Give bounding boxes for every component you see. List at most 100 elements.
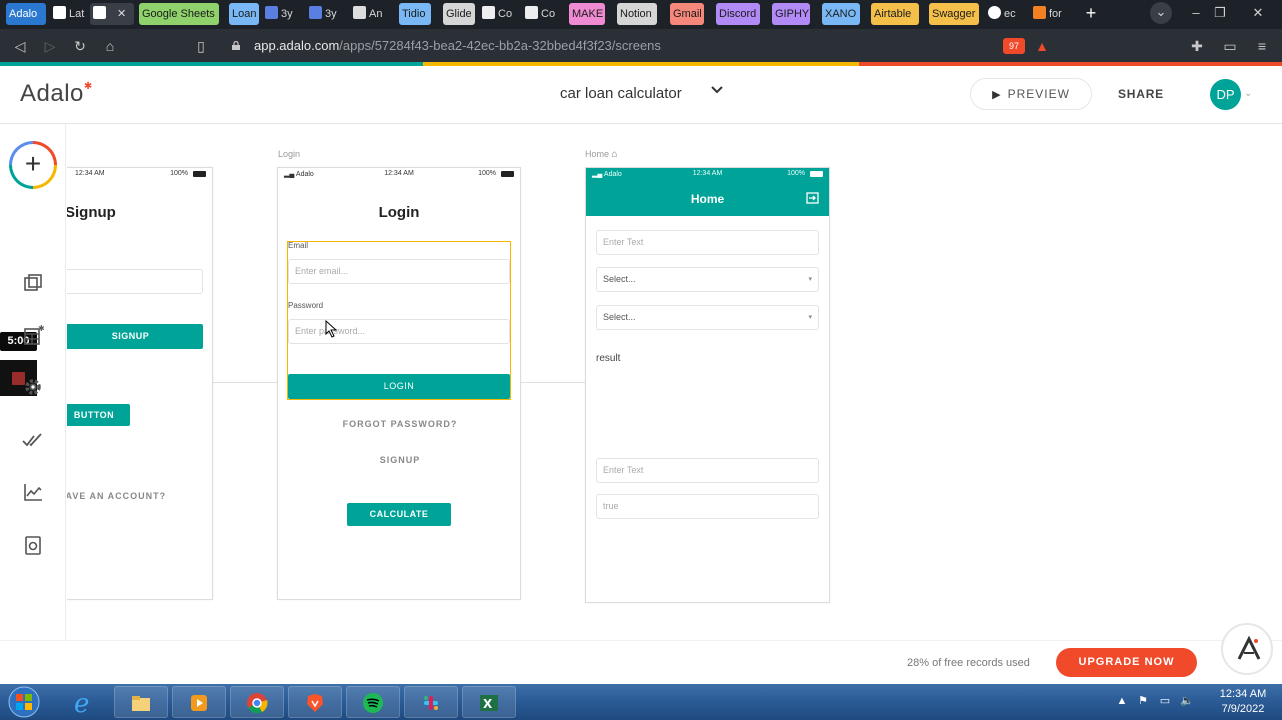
upgrade-now-button[interactable]: UPGRADE NOW	[1056, 648, 1197, 677]
extensions-icon[interactable]: ✚	[1187, 36, 1207, 56]
browser-tab-co-1[interactable]: Co	[479, 3, 517, 25]
clock-date: 7/9/2022	[1221, 703, 1265, 715]
browser-tab-discord[interactable]: Discord	[716, 3, 760, 25]
reload-icon[interactable]: ↻	[70, 36, 90, 56]
screen-home[interactable]: ▂▄ Adalo 12:34 AM 100% Home Enter Text S…	[585, 167, 830, 603]
minimize-window-icon[interactable]: –	[1186, 3, 1206, 23]
browser-tab-google-sheets[interactable]: Google Sheets	[139, 3, 219, 25]
password-field[interactable]: Enter password...	[288, 319, 510, 344]
taskbar-brave[interactable]	[288, 686, 342, 718]
tray-volume-icon[interactable]: 🔈	[1180, 694, 1194, 708]
tab-label: Gmail	[673, 8, 702, 20]
publish-checks-icon[interactable]	[22, 429, 44, 451]
taskbar-media-player[interactable]	[172, 686, 226, 718]
app-canvas[interactable]: 12:34 AM 100% Signup SIGNUP BUTTON HAVE …	[67, 124, 1282, 640]
browser-tab-loan[interactable]: Loan	[229, 3, 259, 25]
text-input-3[interactable]: true	[596, 494, 819, 519]
browser-tab-co-2[interactable]: Co	[522, 3, 560, 25]
url-field[interactable]: app.adalo.com/apps/57284f43-bea2-42ec-bb…	[254, 37, 661, 55]
new-tab-button[interactable]: +	[1081, 3, 1101, 23]
browser-tab-3y-2[interactable]: 3y	[306, 3, 346, 25]
browser-tab-tidio[interactable]: Tidio	[399, 3, 431, 25]
select-dropdown-1[interactable]: Select... ▾	[596, 267, 819, 292]
project-dropdown-chevron-icon[interactable]	[711, 84, 723, 98]
add-component-button[interactable]: +	[9, 141, 57, 189]
screen-signup[interactable]: 12:34 AM 100% Signup SIGNUP BUTTON HAVE …	[67, 167, 213, 600]
select-dropdown-2[interactable]: Select... ▾	[596, 305, 819, 330]
screen-login[interactable]: ▂▄ Adalo 12:34 AM 100% Login Email Enter…	[277, 167, 521, 600]
tray-flag-icon[interactable]: ⚑	[1136, 694, 1150, 708]
settings-gear-icon[interactable]	[22, 376, 44, 398]
browser-tab-3y-1[interactable]: 3y	[262, 3, 302, 25]
signup-link[interactable]: SIGNUP	[278, 455, 520, 465]
logout-icon[interactable]	[806, 192, 819, 204]
brave-shield-icon[interactable]: 97	[1003, 38, 1025, 54]
text-input-1[interactable]: Enter Text	[596, 230, 819, 255]
signup-text-input[interactable]	[67, 269, 203, 294]
signup-button[interactable]: SIGNUP	[67, 324, 203, 349]
share-button[interactable]: SHARE	[1116, 78, 1166, 110]
browser-tab-gmail[interactable]: Gmail	[670, 3, 704, 25]
wallet-icon[interactable]: ▭	[1220, 36, 1240, 56]
internet-explorer-icon[interactable]: e	[66, 686, 102, 719]
have-account-link[interactable]: HAVE AN ACCOUNT?	[67, 491, 198, 501]
browser-tab-glide[interactable]: Glide	[443, 3, 475, 25]
home-icon[interactable]: ⌂	[100, 36, 120, 56]
browser-tab-xano[interactable]: XANO	[822, 3, 860, 25]
generic-button[interactable]: BUTTON	[67, 404, 130, 426]
browser-tab-lat[interactable]: Lat	[50, 3, 86, 25]
google-favicon-icon	[988, 6, 1001, 19]
browser-tab-make[interactable]: MAKE	[569, 3, 605, 25]
browser-tab-adalo[interactable]: Adalo	[6, 3, 46, 25]
analytics-icon[interactable]	[22, 481, 44, 503]
url-path: /apps/57284f43-bea2-42ec-bb2a-32bbed4f3f…	[339, 38, 661, 53]
browser-tab-an[interactable]: An	[350, 3, 392, 25]
tray-show-hidden-icon[interactable]: ▲	[1115, 694, 1129, 708]
app-settings-icon[interactable]	[22, 534, 44, 556]
browser-tab-airtable[interactable]: Airtable	[871, 3, 919, 25]
browser-tab-notion[interactable]: Notion	[617, 3, 657, 25]
help-badge-button[interactable]	[1221, 623, 1273, 675]
login-button[interactable]: LOGIN	[288, 374, 510, 399]
browser-tab-swagger[interactable]: Swagger	[929, 3, 979, 25]
database-icon[interactable]: ✱	[22, 324, 44, 346]
avatar[interactable]: DP	[1210, 79, 1241, 110]
brave-icon	[307, 694, 323, 712]
taskbar-chrome[interactable]	[230, 686, 284, 718]
screens-icon[interactable]	[22, 272, 44, 294]
taskbar-slack[interactable]	[404, 686, 458, 718]
forward-icon[interactable]: ▷	[40, 36, 60, 56]
lock-icon	[232, 41, 240, 50]
browser-tab-active[interactable]: ✕	[90, 3, 134, 25]
battery-icon	[193, 171, 206, 177]
taskbar-clock[interactable]: 12:34 AM 7/9/2022	[1208, 687, 1278, 717]
browser-tab-for[interactable]: for	[1030, 3, 1072, 25]
taskbar-file-explorer[interactable]	[114, 686, 168, 718]
windows-start-icon[interactable]	[6, 686, 42, 718]
taskbar-excel[interactable]: X	[462, 686, 516, 718]
back-icon[interactable]: ◁	[10, 36, 30, 56]
text-input-2[interactable]: Enter Text	[596, 458, 819, 483]
tab-search-chevron-icon[interactable]: ⌄	[1150, 2, 1172, 24]
tab-label: Co	[541, 8, 556, 20]
close-window-icon[interactable]: ✕	[1248, 3, 1268, 23]
restore-window-icon[interactable]: ❐	[1210, 3, 1230, 23]
tray-network-icon[interactable]: ▭	[1158, 694, 1172, 708]
forgot-password-link[interactable]: FORGOT PASSWORD?	[278, 419, 520, 429]
browser-tab-giphy[interactable]: GIPHY	[772, 3, 810, 25]
excel-icon: X	[480, 695, 498, 711]
browser-tab-ec[interactable]: ec	[985, 3, 1025, 25]
browser-menu-icon[interactable]: ≡	[1252, 36, 1272, 56]
select-value: Select...	[603, 312, 636, 322]
adalo-logo[interactable]: Adalo✱	[20, 80, 93, 108]
avatar-chevron-icon[interactable]: ⌄	[1244, 88, 1252, 99]
tab-close-icon[interactable]: ✕	[117, 8, 126, 20]
taskbar-spotify[interactable]	[346, 686, 400, 718]
svg-text:e: e	[74, 689, 89, 718]
project-name[interactable]: car loan calculator	[560, 85, 682, 102]
calculate-button[interactable]: CALCULATE	[347, 503, 451, 526]
brave-rewards-icon[interactable]: ▲	[1032, 36, 1052, 56]
preview-button[interactable]: ▶ PREVIEW	[970, 78, 1092, 110]
email-field[interactable]: Enter email...	[288, 259, 510, 284]
bookmark-icon[interactable]: ▯	[191, 36, 211, 56]
